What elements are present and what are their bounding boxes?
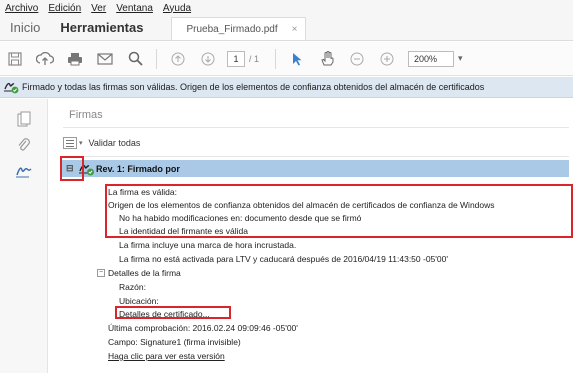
page-thumbnails-icon[interactable] (14, 109, 34, 129)
prev-page-icon[interactable] (163, 44, 193, 74)
attachment-icon[interactable] (14, 135, 34, 155)
hand-icon[interactable] (312, 44, 342, 74)
page-number-input[interactable]: 1 (227, 50, 245, 67)
trust-origin-text: Origen de los elementos de confianza obt… (108, 200, 495, 210)
tab-document[interactable]: Prueba_Firmado.pdf × (171, 17, 307, 40)
signature-panel-icon[interactable] (14, 161, 34, 181)
timestamp-text: La firma incluye una marca de hora incru… (119, 240, 297, 250)
panel-divider (63, 127, 569, 128)
toolbar-separator (156, 48, 157, 69)
collapse-icon[interactable]: − (97, 269, 105, 277)
menu-ayuda[interactable]: Ayuda (158, 3, 196, 14)
menu-ver[interactable]: Ver (86, 3, 111, 14)
next-page-icon[interactable] (193, 44, 223, 74)
tab-herramientas[interactable]: Herramientas (50, 15, 153, 40)
tab-bar: Inicio Herramientas Prueba_Firmado.pdf × (0, 16, 573, 41)
select-arrow-icon[interactable] (282, 44, 312, 74)
toolbar: 1 / 1 200% ▾ (0, 42, 573, 76)
validate-all-button[interactable]: Validar todas (89, 138, 141, 148)
print-icon[interactable] (60, 44, 90, 74)
signature-status-bar: Firmado y todas las firmas son válidas. … (0, 77, 573, 98)
menu-archivo[interactable]: Archivo (0, 3, 43, 14)
view-version-link[interactable]: Haga clic para ver esta versión (108, 351, 225, 361)
acrobat-window: Archivo Edición Ver Ventana Ayuda Inicio… (0, 0, 573, 373)
page-total: / 1 (249, 53, 260, 64)
search-icon[interactable] (120, 44, 150, 74)
chevron-down-icon[interactable]: ▾ (79, 139, 83, 147)
tab-inicio-label: Inicio (10, 20, 41, 35)
menu-edicion[interactable]: Edición (43, 3, 86, 14)
menu-bar: Archivo Edición Ver Ventana Ayuda (0, 0, 573, 16)
signature-valid-icon (0, 77, 22, 97)
location-text: Ubicación: (119, 296, 159, 306)
chevron-down-icon[interactable]: ▾ (458, 53, 463, 64)
mail-icon[interactable] (90, 44, 120, 74)
panel-title: Firmas (69, 109, 103, 121)
signature-row[interactable]: ⊟ Rev. 1: Firmado por (62, 160, 569, 177)
zoom-level-select[interactable]: 200% (408, 50, 455, 67)
certificate-details-link[interactable]: Detalles de certificado... (119, 309, 210, 319)
signatures-panel: Firmas ▾ Validar todas ⊟ Rev. 1: Firmado… (49, 99, 573, 373)
signature-valid-text: La firma es válida: (108, 187, 177, 197)
toolbar-separator (275, 48, 277, 69)
signature-details-node[interactable]: Detalles de la firma (108, 268, 181, 278)
save-icon[interactable] (0, 44, 30, 74)
upload-icon[interactable] (30, 44, 60, 74)
no-changes-text: No ha habido modificaciones en: document… (119, 213, 362, 223)
last-check-text: Última comprobación: 2016.02.24 09:09:46… (108, 323, 298, 333)
validate-all-control[interactable]: ▾ Validar todas (63, 135, 140, 151)
panel-divider (63, 156, 569, 157)
identity-valid-text: La identidad del firmante es válida (119, 226, 248, 236)
left-navigation-rail (0, 99, 48, 373)
ltv-text: La firma no está activada para LTV y cad… (119, 254, 448, 264)
menu-ventana[interactable]: Ventana (111, 3, 158, 14)
tab-herramientas-label: Herramientas (60, 20, 144, 35)
reason-text: Razón: (119, 282, 146, 292)
annotation-box-signature-icon (60, 156, 84, 181)
zoom-in-icon[interactable] (372, 44, 402, 74)
close-tab-icon[interactable]: × (292, 24, 298, 35)
tab-inicio[interactable]: Inicio (0, 15, 50, 40)
zoom-out-icon[interactable] (342, 44, 372, 74)
tab-document-label: Prueba_Firmado.pdf (186, 23, 278, 35)
signature-status-text: Firmado y todas las firmas son válidas. … (22, 82, 485, 92)
field-text: Campo: Signature1 (firma invisible) (108, 337, 241, 347)
signature-title: Rev. 1: Firmado por (96, 163, 180, 174)
options-menu-icon[interactable] (63, 137, 77, 149)
